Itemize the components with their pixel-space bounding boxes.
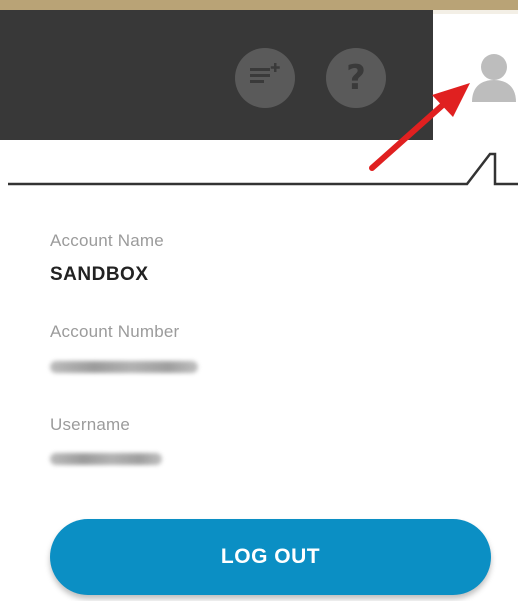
notes-list-icon — [248, 62, 282, 94]
logout-button[interactable]: LOG OUT — [50, 519, 491, 595]
account-page: ? Account Name SANDBOX Account Number Us… — [0, 0, 518, 601]
account-number-value-redacted — [50, 361, 198, 373]
user-profile-button[interactable] — [470, 52, 518, 102]
header-divider — [8, 152, 518, 186]
username-label: Username — [50, 415, 131, 434]
account-number-label: Account Number — [50, 322, 180, 341]
user-profile-icon — [472, 54, 516, 102]
notes-button[interactable] — [235, 48, 295, 108]
username-value-redacted — [50, 453, 162, 465]
account-name-value: SANDBOX — [50, 264, 149, 285]
help-button[interactable]: ? — [326, 48, 386, 108]
top-accent-bar — [0, 0, 518, 10]
account-name-label: Account Name — [50, 231, 164, 250]
help-icon: ? — [346, 58, 366, 98]
